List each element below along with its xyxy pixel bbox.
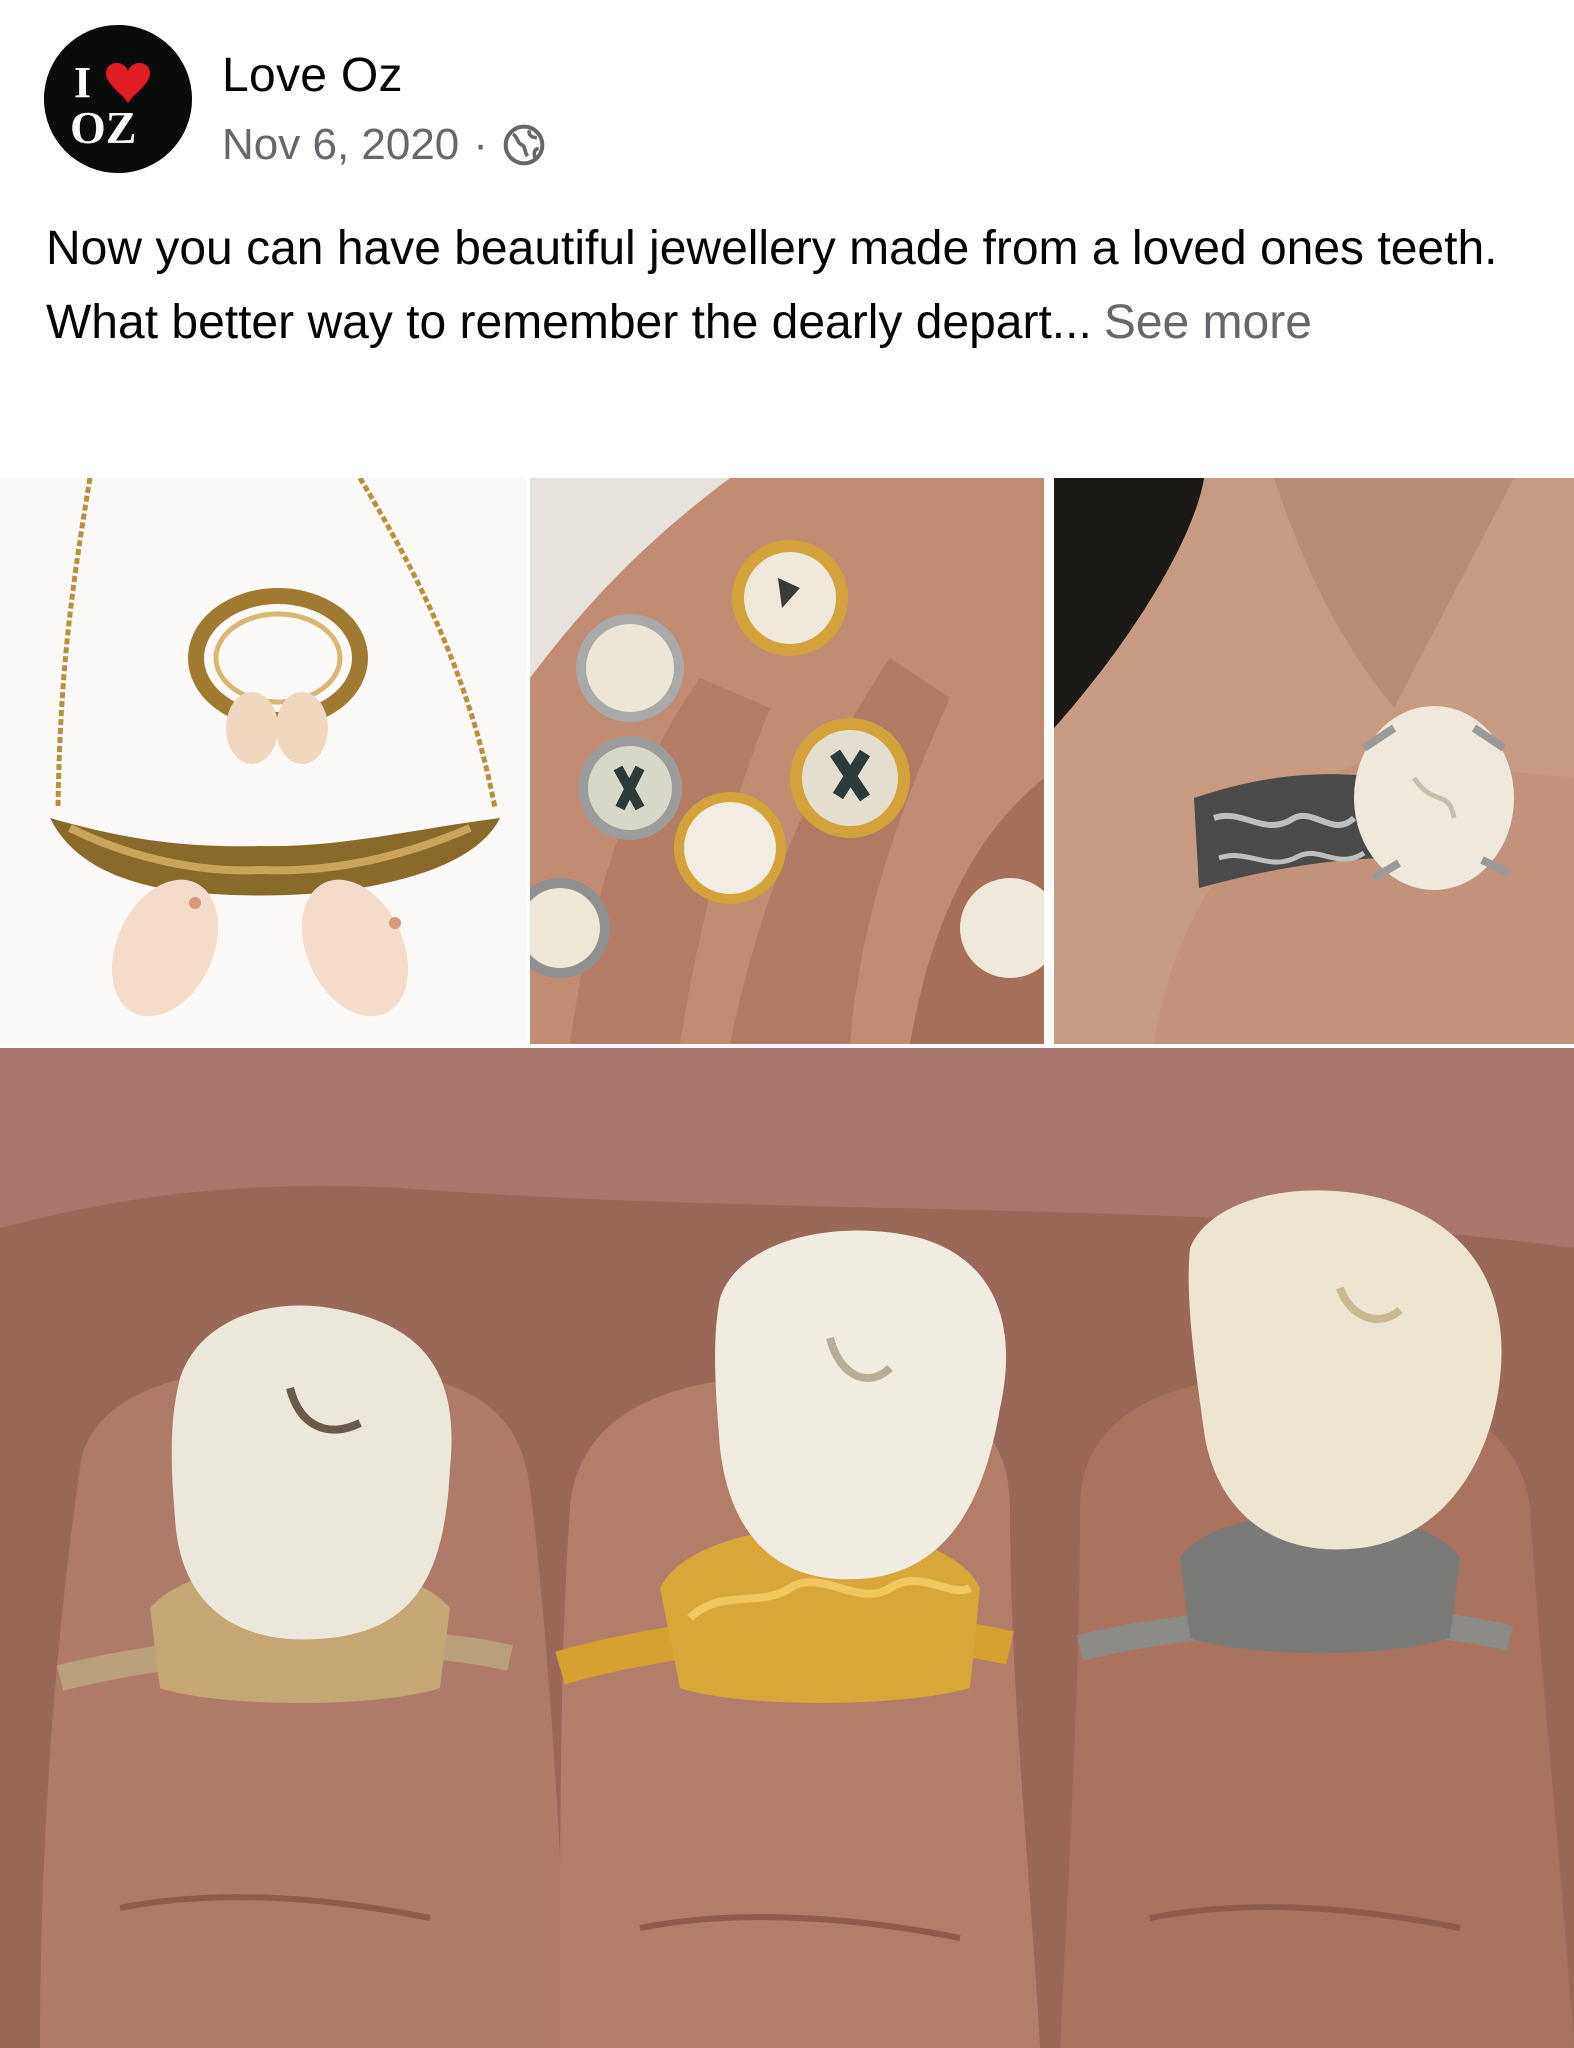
photo-silver-filigree-tooth-ring[interactable] bbox=[1054, 478, 1574, 1044]
photo-grid bbox=[0, 478, 1574, 2048]
svg-text:I: I bbox=[74, 58, 91, 107]
post-caption: Now you can have beautiful jewellery mad… bbox=[46, 212, 1526, 360]
photo-hand-with-tooth-rings[interactable] bbox=[530, 478, 1044, 1044]
post-meta: Nov 6, 2020 · bbox=[222, 120, 546, 170]
globe-icon[interactable] bbox=[502, 123, 546, 167]
svg-text:OZ: OZ bbox=[70, 102, 136, 153]
post-date-link[interactable]: Nov 6, 2020 bbox=[222, 120, 459, 170]
photo-necklace-and-ring-with-teeth[interactable] bbox=[0, 478, 526, 1044]
page-avatar[interactable]: I OZ bbox=[44, 25, 192, 173]
see-more-link[interactable]: See more bbox=[1104, 296, 1312, 349]
meta-separator: · bbox=[473, 120, 488, 169]
love-oz-logo-icon: I OZ bbox=[44, 25, 192, 173]
page-name-link[interactable]: Love Oz bbox=[222, 48, 403, 103]
post-header: I OZ Love Oz Nov 6, 2020 · bbox=[0, 0, 1574, 190]
photo-three-fingers-tooth-rings[interactable] bbox=[0, 1048, 1574, 2048]
